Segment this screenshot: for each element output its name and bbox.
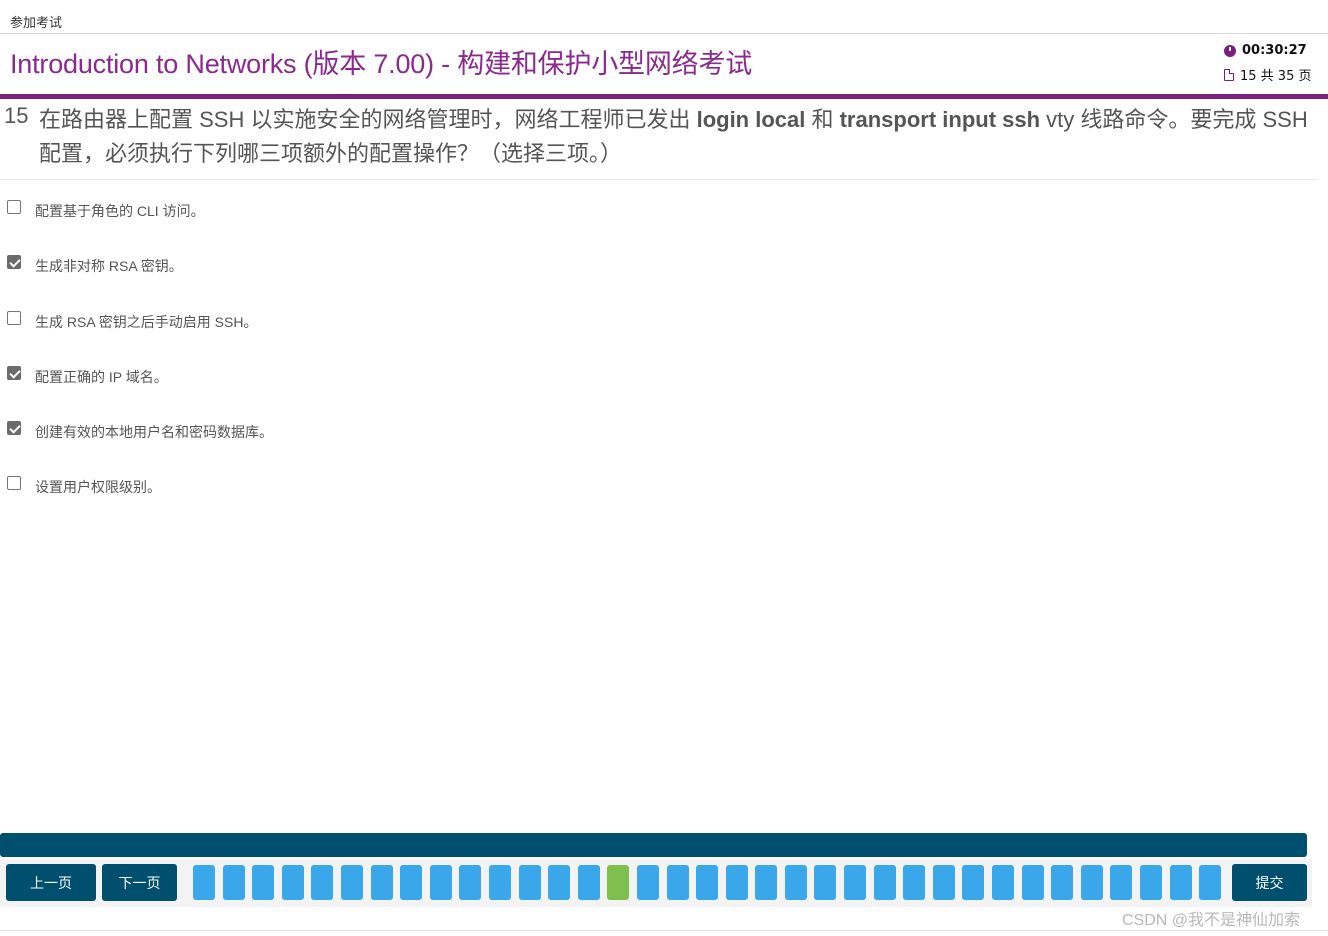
previous-page-button[interactable]: 上一页 bbox=[6, 864, 96, 901]
question-cell[interactable] bbox=[636, 865, 659, 900]
question-cell[interactable] bbox=[1199, 865, 1222, 900]
question-cell[interactable] bbox=[814, 865, 837, 900]
option-label[interactable]: 配置基于角色的 CLI 访问。 bbox=[35, 201, 205, 221]
option-checkbox[interactable] bbox=[7, 310, 21, 325]
option-6[interactable]: 设置用户权限级别。 bbox=[0, 468, 700, 523]
question-cell[interactable] bbox=[1169, 865, 1192, 900]
option-label[interactable]: 生成非对称 RSA 密钥。 bbox=[35, 256, 183, 276]
watermark: CSDN @我不是神仙加索 bbox=[1122, 912, 1301, 929]
question-cell[interactable] bbox=[400, 865, 423, 900]
clock-icon bbox=[1224, 44, 1236, 57]
question-cell[interactable] bbox=[903, 865, 926, 900]
navigation-bar: 上一页 下一页 提交 bbox=[0, 859, 1312, 907]
question-navigator bbox=[193, 865, 1222, 900]
bottom-edge bbox=[0, 930, 1328, 936]
exam-title: Introduction to Networks (版本 7.00) - 构建和… bbox=[10, 49, 753, 79]
document-icon bbox=[1224, 68, 1234, 81]
question-cell-current[interactable] bbox=[607, 865, 630, 900]
question-cell[interactable] bbox=[1110, 865, 1133, 900]
next-page-button[interactable]: 下一页 bbox=[102, 864, 177, 901]
question-text: 在路由器上配置 SSH 以实施安全的网络管理时，网络工程师已发出 login l… bbox=[39, 103, 1309, 171]
question-cell[interactable] bbox=[459, 865, 482, 900]
question-cell[interactable] bbox=[873, 865, 896, 900]
option-checkbox[interactable] bbox=[7, 421, 21, 436]
timer: 00:30:27 bbox=[1224, 43, 1307, 58]
question-cell[interactable] bbox=[370, 865, 393, 900]
command-login-local: login local bbox=[696, 107, 806, 132]
exam-header: Introduction to Networks (版本 7.00) - 构建和… bbox=[0, 34, 1328, 94]
question-cell[interactable] bbox=[311, 865, 334, 900]
option-label[interactable]: 设置用户权限级别。 bbox=[35, 477, 161, 497]
question-cell[interactable] bbox=[992, 865, 1015, 900]
question-cell[interactable] bbox=[666, 865, 689, 900]
question-text-part1: 在路由器上配置 SSH 以实施安全的网络管理时，网络工程师已发出 bbox=[39, 107, 697, 132]
question-cell[interactable] bbox=[340, 865, 363, 900]
question-cell[interactable] bbox=[1021, 865, 1044, 900]
question-cell[interactable] bbox=[844, 865, 867, 900]
question-cell[interactable] bbox=[222, 865, 245, 900]
header-divider bbox=[0, 94, 1328, 99]
question-cell[interactable] bbox=[488, 865, 511, 900]
question-cell[interactable] bbox=[725, 865, 748, 900]
question-cell[interactable] bbox=[1140, 865, 1162, 900]
question-text-part2: 和 bbox=[805, 107, 840, 132]
option-2[interactable]: 生成非对称 RSA 密钥。 bbox=[0, 247, 700, 302]
question-number: 15 bbox=[4, 103, 29, 128]
option-label[interactable]: 生成 RSA 密钥之后手动启用 SSH。 bbox=[35, 312, 257, 332]
option-checkbox[interactable] bbox=[7, 200, 21, 214]
question-block: 15 在路由器上配置 SSH 以实施安全的网络管理时，网络工程师已发出 logi… bbox=[0, 100, 1318, 180]
window-title-bar: 参加考试 bbox=[0, 0, 1328, 34]
question-cell[interactable] bbox=[577, 865, 600, 900]
window-title: 参加考试 bbox=[10, 16, 63, 31]
option-4[interactable]: 配置正确的 IP 域名。 bbox=[0, 358, 700, 413]
question-cell[interactable] bbox=[193, 865, 215, 900]
option-5[interactable]: 创建有效的本地用户名和密码数据库。 bbox=[0, 413, 700, 468]
question-cell[interactable] bbox=[518, 865, 541, 900]
option-checkbox[interactable] bbox=[7, 476, 21, 491]
question-cell[interactable] bbox=[784, 865, 807, 900]
option-1[interactable]: 配置基于角色的 CLI 访问。 bbox=[0, 192, 700, 247]
submit-button[interactable]: 提交 bbox=[1232, 864, 1307, 901]
answer-options: 配置基于角色的 CLI 访问。 生成非对称 RSA 密钥。 生成 RSA 密钥之… bbox=[0, 192, 700, 524]
question-cell[interactable] bbox=[252, 865, 275, 900]
progress-band bbox=[0, 833, 1307, 857]
timer-value: 00:30:27 bbox=[1242, 43, 1307, 58]
page-indicator: 15 共 35 页 bbox=[1224, 65, 1311, 84]
question-cell[interactable] bbox=[548, 865, 571, 900]
page-indicator-text: 15 共 35 页 bbox=[1240, 69, 1312, 84]
option-label[interactable]: 配置正确的 IP 域名。 bbox=[35, 367, 168, 387]
question-cell[interactable] bbox=[932, 865, 955, 900]
command-transport-input-ssh: transport input ssh bbox=[839, 107, 1041, 132]
option-checkbox[interactable] bbox=[7, 255, 21, 270]
option-3[interactable]: 生成 RSA 密钥之后手动启用 SSH。 bbox=[0, 303, 700, 358]
option-label[interactable]: 创建有效的本地用户名和密码数据库。 bbox=[35, 422, 273, 442]
question-cell[interactable] bbox=[429, 865, 452, 900]
question-cell[interactable] bbox=[962, 865, 985, 900]
option-checkbox[interactable] bbox=[7, 365, 21, 380]
question-cell[interactable] bbox=[755, 865, 778, 900]
question-cell[interactable] bbox=[281, 865, 304, 900]
question-cell[interactable] bbox=[696, 865, 719, 900]
question-cell[interactable] bbox=[1051, 865, 1074, 900]
question-cell[interactable] bbox=[1080, 865, 1103, 900]
